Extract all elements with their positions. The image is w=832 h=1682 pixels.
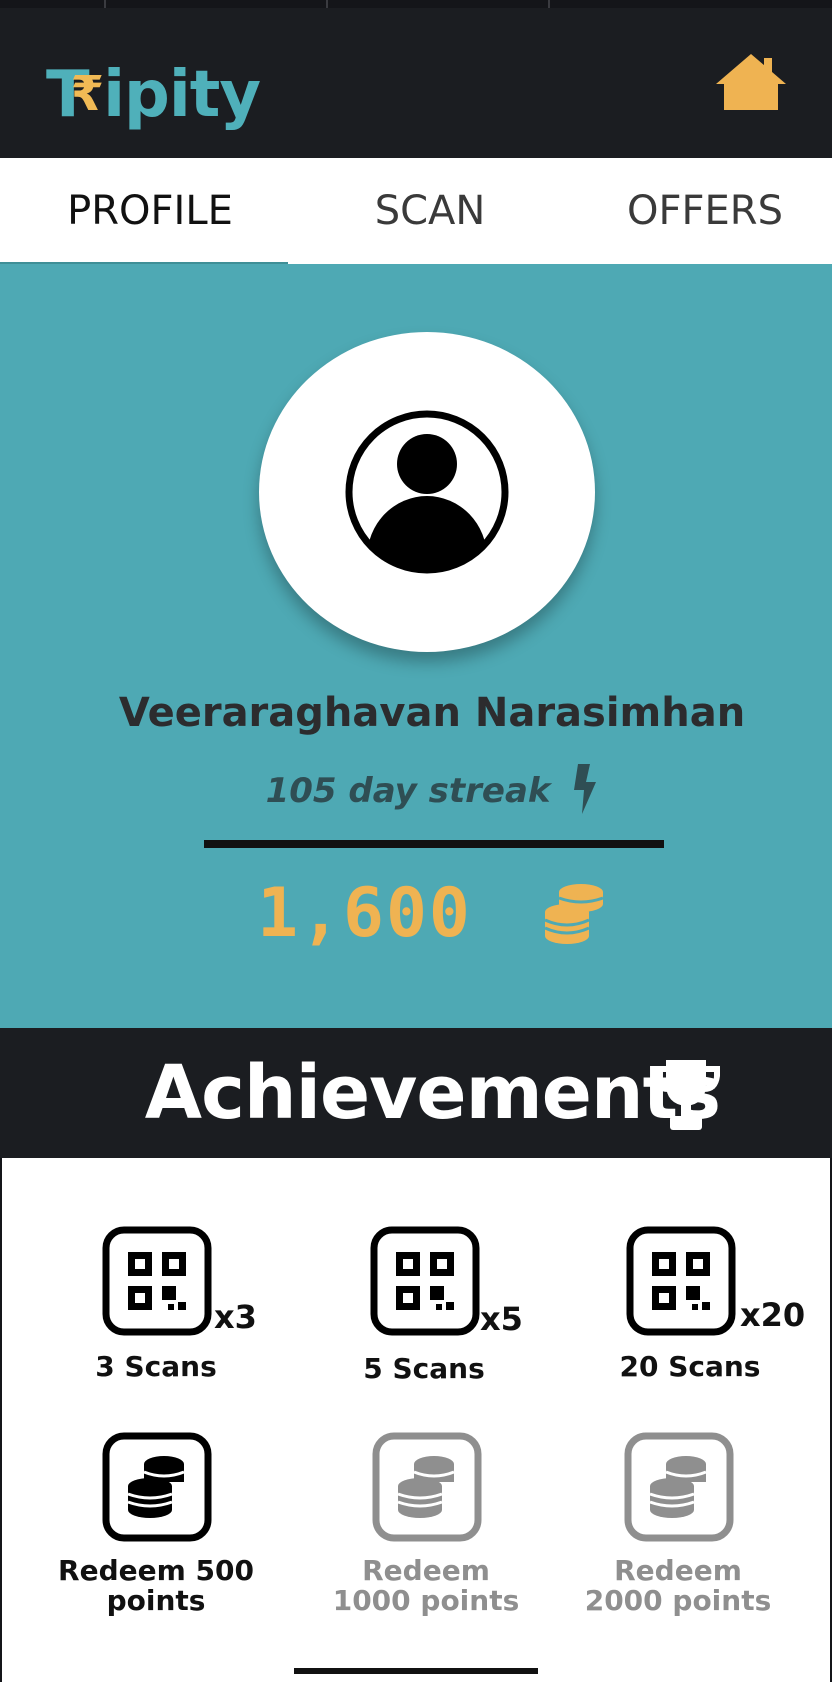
badge-label: 3 Scans [95, 1350, 217, 1383]
badge-label-line2: 2000 points [584, 1584, 772, 1617]
app-screen: T₹ipity PROFILE SCAN OFFERS Veeraraghava… [0, 0, 832, 1682]
user-name: Veeraraghavan Narasimhan [118, 690, 746, 736]
logo-suffix: ipity [103, 58, 261, 132]
profile-section: Veeraraghavan Narasimhan 105 day streak … [0, 264, 832, 1028]
badge-label-line1: Redeem [362, 1554, 490, 1587]
avatar[interactable] [259, 332, 595, 652]
home-indicator [294, 1668, 538, 1674]
badge-label-line2: points [106, 1584, 206, 1617]
points-value: 1,600 [257, 874, 472, 953]
app-header: T₹ipity [0, 8, 832, 158]
home-icon[interactable] [716, 52, 786, 114]
tab-scan[interactable]: SCAN [330, 158, 530, 264]
badge-multiplier: x3 [214, 1298, 257, 1336]
app-logo: T₹ipity [46, 54, 261, 134]
badge-label: Redeem 500 points [56, 1556, 256, 1616]
logo-rupee: ₹ [70, 66, 104, 122]
achievements-title: Achievements [144, 1050, 721, 1136]
coins-icon [102, 1432, 212, 1542]
points-balance: 1,600 [0, 874, 832, 953]
profile-divider [204, 840, 664, 848]
tab-bar: PROFILE SCAN OFFERS [0, 158, 832, 264]
badge-multiplier: x5 [480, 1300, 523, 1338]
achievements-header: Achievements [0, 1028, 832, 1158]
tab-offers[interactable]: OFFERS [600, 158, 810, 264]
badge-label-line1: Redeem [614, 1554, 742, 1587]
badge-label: 5 Scans [363, 1352, 485, 1385]
badge-label-line1: Redeem 500 [58, 1554, 254, 1587]
badge-label: 20 Scans [619, 1350, 761, 1383]
status-strip [0, 0, 832, 8]
streak-text: 105 day streak [0, 764, 832, 814]
coins-icon [372, 1432, 482, 1542]
badge-label: Redeem 2000 points [578, 1556, 778, 1616]
badge-label: Redeem 1000 points [326, 1556, 526, 1616]
tab-profile[interactable]: PROFILE [40, 158, 260, 264]
user-avatar-icon [345, 410, 509, 574]
qr-code-icon [102, 1226, 212, 1336]
qr-code-icon [370, 1226, 480, 1336]
lightning-icon [574, 764, 597, 814]
qr-code-icon [626, 1226, 736, 1336]
badge-label-line2: 1000 points [332, 1584, 520, 1617]
streak-label: 105 day streak [265, 771, 551, 811]
coins-icon [624, 1432, 734, 1542]
trophy-icon [652, 1060, 720, 1130]
coins-icon [544, 884, 604, 944]
badge-multiplier: x20 [740, 1296, 806, 1334]
